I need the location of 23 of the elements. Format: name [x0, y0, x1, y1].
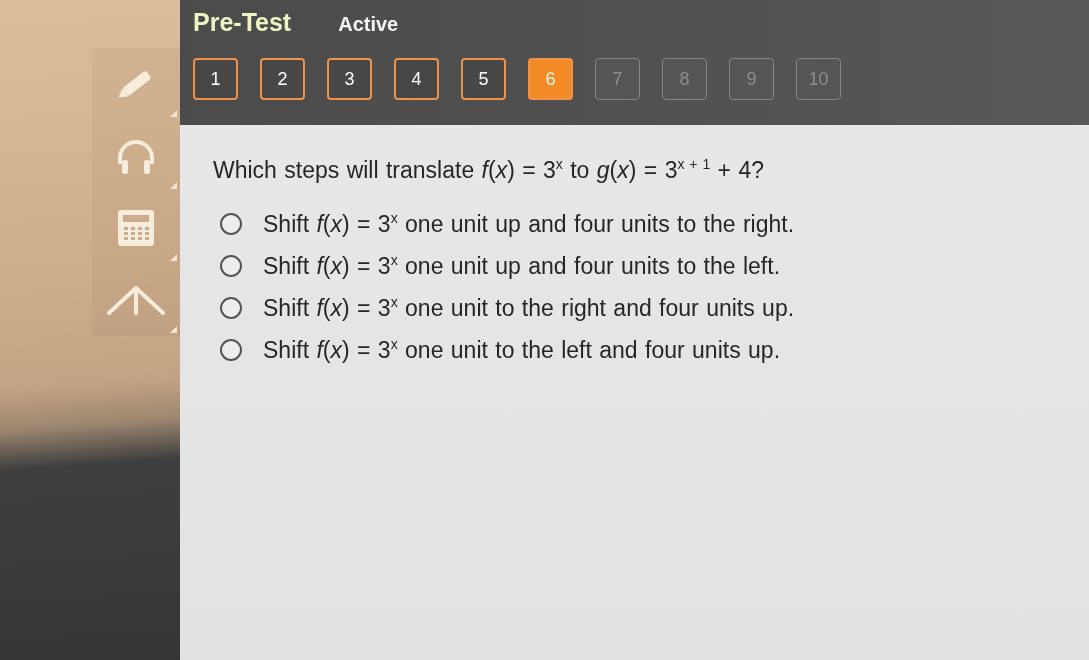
- radio-button[interactable]: [220, 255, 242, 277]
- answer-option-label[interactable]: Shift f(x) = 3$^{x}$ one unit to the right and four units up.: [263, 294, 795, 322]
- test-status: Active: [338, 13, 399, 36]
- corner-triangle-icon: [170, 182, 177, 189]
- corner-triangle-icon: [170, 254, 177, 261]
- corner-triangle-icon: [170, 110, 177, 117]
- question-number-button[interactable]: 4: [394, 58, 439, 100]
- question-number-button[interactable]: 5: [461, 58, 506, 100]
- question-number-button[interactable]: 2: [260, 58, 305, 100]
- question-number-button[interactable]: 1: [193, 58, 238, 100]
- question-text: Which steps will translate f(x) = 3$^{x}$ to g(x) = 3$^{x + 1}$ + 4?: [213, 157, 765, 183]
- radio-button[interactable]: [220, 339, 242, 361]
- headphones-icon: [115, 138, 157, 174]
- answer-option-label[interactable]: Shift f(x) = 3$^{x}$ one unit up and four units to the left.: [263, 252, 781, 280]
- radio-button[interactable]: [220, 297, 242, 319]
- corner-triangle-icon: [170, 326, 177, 333]
- radio-button[interactable]: [220, 213, 242, 235]
- calculator-icon: [118, 210, 154, 246]
- answer-option-label[interactable]: Shift f(x) = 3$^{x}$ one unit up and four units to the right.: [263, 210, 795, 238]
- arrow-up-icon: [107, 285, 165, 315]
- question-number-button[interactable]: 3: [327, 58, 372, 100]
- answer-option-label[interactable]: Shift f(x) = 3$^{x}$ one unit to the left and four units up.: [263, 336, 781, 364]
- test-title: Pre-Test: [193, 8, 292, 37]
